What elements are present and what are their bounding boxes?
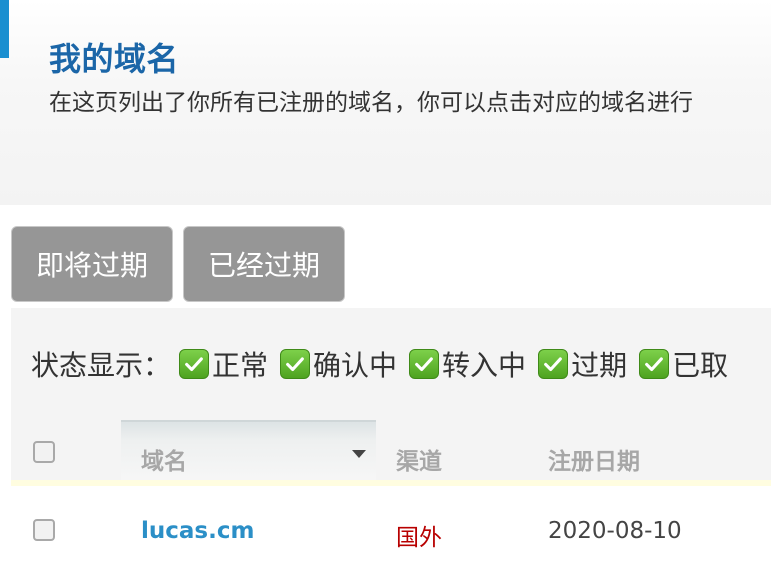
table-row: lucas.cm 国外 2020-08-10 <box>11 486 771 576</box>
checkmark-icon[interactable] <box>639 349 670 379</box>
domain-link[interactable]: lucas.cm <box>141 518 254 544</box>
status-confirming-label: 确认中 <box>313 349 398 382</box>
sort-desc-icon[interactable] <box>352 450 366 458</box>
tab-expiring-soon[interactable]: 即将过期 <box>11 226 173 302</box>
tab-expired[interactable]: 已经过期 <box>183 226 345 302</box>
status-cancelled[interactable]: 已取 <box>639 344 728 384</box>
status-expired-label: 过期 <box>571 349 628 382</box>
page-description: 在这页列出了你所有已注册的域名，你可以点击对应的域名进行 <box>49 90 693 116</box>
row-checkbox[interactable] <box>33 519 55 541</box>
accent-bar <box>0 0 9 58</box>
status-cancelled-label: 已取 <box>672 349 729 382</box>
status-filter-label: 状态显示： <box>31 349 172 382</box>
page-title: 我的域名 <box>49 40 180 78</box>
status-expired[interactable]: 过期 <box>538 344 627 384</box>
domain-panel: 状态显示： 正常 确认中 转入中 过期 已取 域名 渠道 注册日期 lucas.… <box>11 308 771 576</box>
checkmark-icon[interactable] <box>179 349 210 379</box>
status-normal[interactable]: 正常 <box>179 344 268 384</box>
page-header: 我的域名 在这页列出了你所有已注册的域名，你可以点击对应的域名进行 <box>0 0 771 205</box>
column-header-domain[interactable]: 域名 <box>141 442 187 476</box>
checkmark-icon[interactable] <box>538 349 569 379</box>
status-transferring-label: 转入中 <box>442 349 527 382</box>
checkmark-icon[interactable] <box>280 349 311 379</box>
checkmark-icon[interactable] <box>409 349 440 379</box>
select-all-checkbox[interactable] <box>33 441 55 463</box>
column-header-channel[interactable]: 渠道 <box>396 442 442 476</box>
reg-date-cell: 2020-08-10 <box>548 518 682 544</box>
status-normal-label: 正常 <box>212 349 269 382</box>
table-header: 域名 渠道 注册日期 <box>11 420 771 484</box>
column-header-reg-date[interactable]: 注册日期 <box>548 442 640 476</box>
status-filter: 状态显示： 正常 确认中 转入中 过期 已取 <box>31 340 740 388</box>
status-confirming[interactable]: 确认中 <box>280 344 397 384</box>
channel-cell: 国外 <box>396 525 442 551</box>
status-transferring[interactable]: 转入中 <box>409 344 526 384</box>
